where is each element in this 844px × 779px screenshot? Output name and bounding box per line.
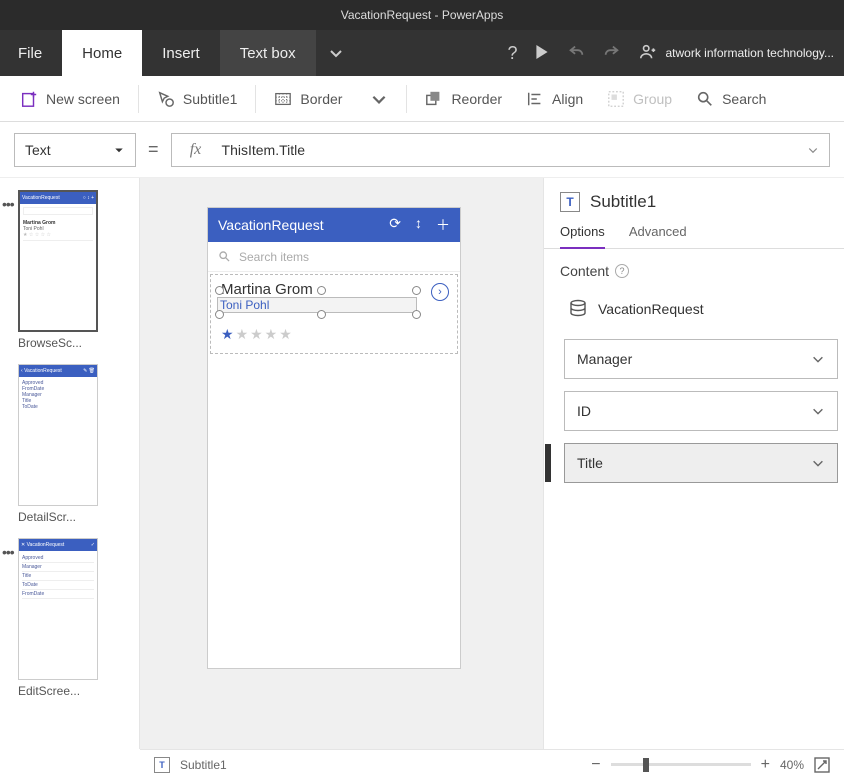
ribbon: New screen Subtitle1 Border Reorder Alig… xyxy=(0,76,844,122)
selection-indicator xyxy=(545,444,551,482)
chevron-down-icon[interactable] xyxy=(316,30,356,76)
person-icon[interactable] xyxy=(639,43,657,64)
phone-preview: VacationRequest ⟳ ↕ ＋ Search items Marti… xyxy=(208,208,460,668)
redo-icon[interactable] xyxy=(603,43,621,64)
window-title: VacationRequest - PowerApps xyxy=(341,8,504,22)
thumbnail-detail[interactable]: ‹ VacationRequest✎ 🗑 ApprovedFromDateMan… xyxy=(18,364,98,506)
tab-textbox[interactable]: Text box xyxy=(220,30,316,76)
title-bar: VacationRequest - PowerApps xyxy=(0,0,844,30)
search-field[interactable]: Search items xyxy=(208,242,460,272)
thumbnail-browse[interactable]: VacationRequest○ ↕ + Martina GromToni Po… xyxy=(18,190,98,332)
thumbnail-edit[interactable]: ✕ VacationRequest✓ ApprovedManagerTitleT… xyxy=(18,538,98,680)
search-icon xyxy=(218,250,231,263)
status-selection: Subtitle1 xyxy=(180,758,227,772)
fx-icon: fx xyxy=(182,141,210,159)
property-selector[interactable]: Text xyxy=(14,133,136,167)
fit-icon[interactable] xyxy=(814,757,830,773)
help-icon[interactable]: ? xyxy=(507,43,517,64)
equals-icon: = xyxy=(146,139,161,160)
tab-insert[interactable]: Insert xyxy=(142,30,220,76)
selection-label[interactable]: Subtitle1 xyxy=(147,84,247,114)
sort-icon[interactable]: ↕ xyxy=(415,215,422,235)
undo-icon[interactable] xyxy=(567,43,585,64)
field-title[interactable]: Title xyxy=(564,443,838,483)
reorder-button[interactable]: Reorder xyxy=(415,84,512,114)
zoom-out-button[interactable]: − xyxy=(591,756,600,774)
textbox-icon: T xyxy=(560,192,580,212)
refresh-icon[interactable]: ⟳ xyxy=(389,215,401,235)
properties-panel: T Subtitle1 Options Advanced Content ? V… xyxy=(544,178,844,749)
zoom-value: 40% xyxy=(780,758,804,772)
rating[interactable]: ★★★★★ xyxy=(221,326,447,343)
chevron-down-icon[interactable] xyxy=(807,144,819,156)
search-button[interactable]: Search xyxy=(686,84,776,114)
align-button[interactable]: Align xyxy=(516,84,593,114)
add-icon[interactable]: ＋ xyxy=(436,215,450,235)
more-icon[interactable]: ••• xyxy=(2,196,14,212)
user-label[interactable]: atwork information technology... xyxy=(665,30,844,76)
more-icon[interactable]: ••• xyxy=(2,544,14,560)
thumbnail-label: EditScree... xyxy=(18,684,98,698)
gallery-item[interactable]: Martina Grom Toni Pohl › ★★★★★ xyxy=(210,274,458,354)
canvas[interactable]: VacationRequest ⟳ ↕ ＋ Search items Marti… xyxy=(140,178,544,749)
menu-bar: File Home Insert Text box ? atwork infor… xyxy=(0,30,844,76)
new-screen-button[interactable]: New screen xyxy=(10,84,130,114)
chevron-right-icon[interactable]: › xyxy=(431,283,449,301)
tab-advanced[interactable]: Advanced xyxy=(629,224,687,248)
group-button: Group xyxy=(597,84,682,114)
field-id[interactable]: ID xyxy=(564,391,838,431)
tab-options[interactable]: Options xyxy=(560,224,605,249)
app-header: VacationRequest ⟳ ↕ ＋ xyxy=(208,208,460,242)
border-button[interactable]: Border xyxy=(264,84,398,114)
info-icon[interactable]: ? xyxy=(615,264,629,278)
zoom-slider[interactable] xyxy=(611,763,751,766)
datasource-label[interactable]: VacationRequest xyxy=(544,295,844,339)
chevron-down-icon xyxy=(811,404,825,418)
textbox-icon: T xyxy=(154,757,170,773)
formula-input[interactable]: fx ThisItem.Title xyxy=(171,133,830,167)
tab-home[interactable]: Home xyxy=(62,30,142,76)
thumbnail-label: DetailScr... xyxy=(18,510,98,524)
selected-control-name: Subtitle1 xyxy=(590,192,656,212)
chevron-down-icon xyxy=(811,352,825,366)
database-icon xyxy=(568,299,588,319)
field-manager[interactable]: Manager xyxy=(564,339,838,379)
thumbnail-label: BrowseSc... xyxy=(18,336,98,350)
screens-panel: ••• VacationRequest○ ↕ + Martina GromTon… xyxy=(0,178,140,749)
content-heading: Content ? xyxy=(544,249,844,295)
chevron-down-icon xyxy=(811,456,825,470)
subtitle1-control[interactable]: Toni Pohl xyxy=(217,297,417,313)
status-bar: T Subtitle1 − + 40% xyxy=(140,749,844,779)
zoom-in-button[interactable]: + xyxy=(761,756,770,774)
formula-bar: Text = fx ThisItem.Title xyxy=(0,122,844,178)
tab-file[interactable]: File xyxy=(0,30,62,76)
play-icon[interactable] xyxy=(535,45,549,62)
